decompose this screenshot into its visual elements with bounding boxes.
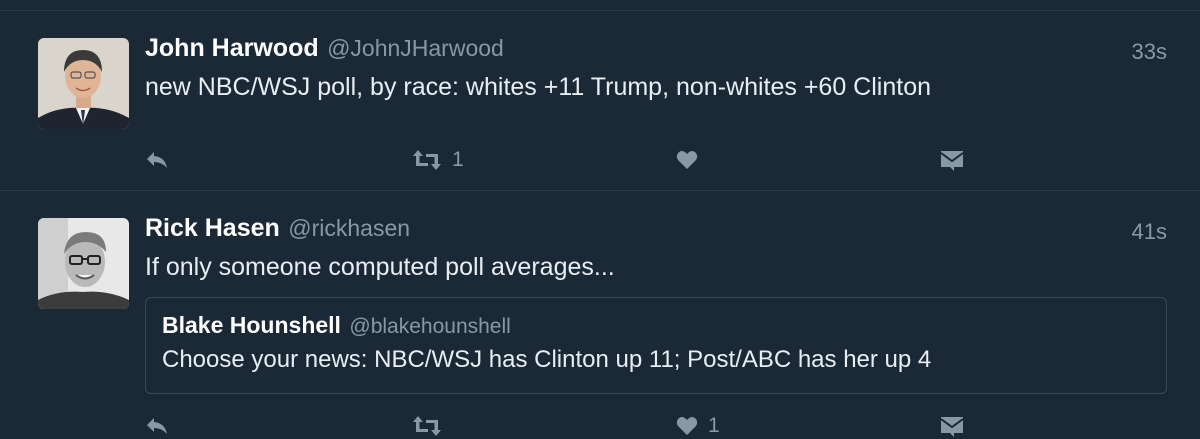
reply-icon [147,418,167,434]
like-count: 1 [708,414,720,437]
reply-button[interactable] [145,145,169,175]
author-name[interactable]: Rick Hasen [145,214,280,242]
retweet-icon [413,150,441,170]
reply-icon [147,152,167,168]
timeline: John Harwood @JohnJHarwood 33s new NBC/W… [0,0,1200,439]
heart-icon [676,151,698,169]
tweet-actions: 1 [0,411,1200,439]
quoted-tweet[interactable]: Blake Hounshell @blakehounshell Choose y… [145,297,1167,394]
quoted-author-name: Blake Hounshell [162,312,341,338]
envelope-icon [940,151,964,171]
retweet-button[interactable] [412,411,452,439]
tweet-header: John Harwood @JohnJHarwood [145,34,504,63]
quoted-tweet-header: Blake Hounshell @blakehounshell [162,312,511,339]
like-button[interactable]: 1 [676,411,720,439]
reply-button[interactable] [145,411,169,439]
tweet-text: If only someone computed poll averages..… [145,253,615,281]
author-name[interactable]: John Harwood [145,34,319,62]
retweet-button[interactable]: 1 [412,145,464,175]
direct-message-button[interactable] [940,411,964,439]
tweet-header: Rick Hasen @rickhasen [145,214,410,243]
author-handle[interactable]: @rickhasen [288,215,410,241]
heart-icon [676,417,698,435]
tweet[interactable]: John Harwood @JohnJHarwood 33s new NBC/W… [0,11,1200,191]
tweet[interactable]: Rick Hasen @rickhasen 41s If only someon… [0,191,1200,439]
quoted-author-handle: @blakehounshell [349,315,511,338]
timestamp[interactable]: 33s [1132,39,1167,65]
like-button[interactable] [676,145,708,175]
avatar[interactable] [38,218,129,309]
envelope-icon [940,417,964,437]
avatar[interactable] [38,38,129,129]
direct-message-button[interactable] [940,145,964,175]
tweet-text: new NBC/WSJ poll, by race: whites +11 Tr… [145,73,931,101]
timestamp[interactable]: 41s [1132,219,1167,245]
author-handle[interactable]: @JohnJHarwood [327,35,504,61]
tweet-actions: 1 [0,145,1200,175]
retweet-icon [413,416,441,436]
quoted-tweet-text: Choose your news: NBC/WSJ has Clinton up… [162,346,932,373]
retweet-count: 1 [452,148,464,171]
